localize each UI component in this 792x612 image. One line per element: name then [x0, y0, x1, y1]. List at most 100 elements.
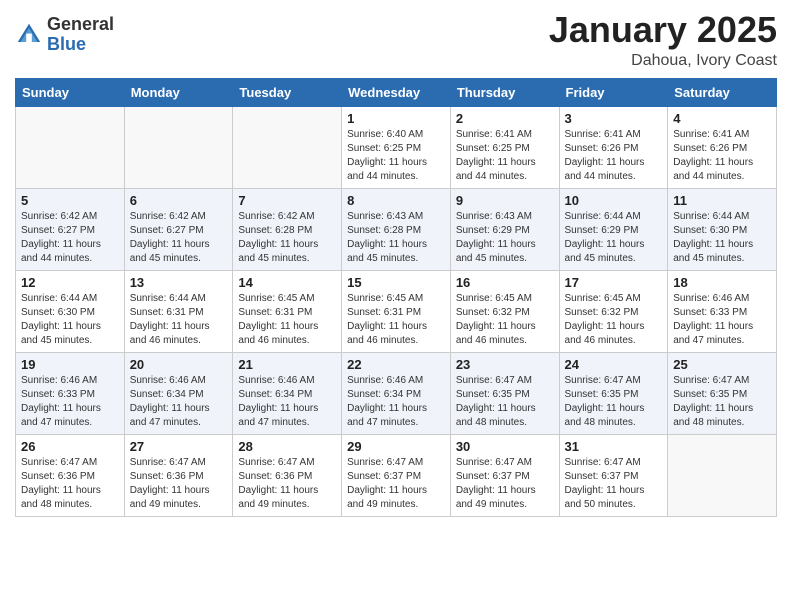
table-row: 2Sunrise: 6:41 AMSunset: 6:25 PMDaylight… [450, 106, 559, 188]
table-row: 3 Sunrise: 6:41 AMSunset: 6:26 PMDaylight… [559, 106, 668, 188]
cell-date: 11 [673, 193, 771, 208]
cell-date: 24 [565, 357, 663, 372]
table-row: 8Sunrise: 6:43 AMSunset: 6:28 PMDaylight… [342, 188, 451, 270]
cell-info: Sunrise: 6:44 AMSunset: 6:30 PMDaylight:… [21, 292, 119, 348]
title-month: January 2025 [549, 10, 777, 50]
title-location: Dahoua, Ivory Coast [549, 52, 777, 70]
calendar-week-1: 1Sunrise: 6:40 AMSunset: 6:25 PMDaylight… [16, 106, 777, 188]
cell-date: 15 [347, 275, 445, 290]
table-row: 26 Sunrise: 6:47 AMSunset: 6:36 PMDayligh… [16, 434, 125, 516]
col-sunday: Sunday [16, 78, 125, 106]
cell-info: Sunrise: 6:41 AMSunset: 6:26 PMDaylight:… [673, 128, 771, 184]
cell-date: 23 [456, 357, 554, 372]
cell-date: 27 [130, 439, 228, 454]
cell-date: 3 [565, 111, 663, 126]
col-friday: Friday [559, 78, 668, 106]
cell-date: 26 [21, 439, 119, 454]
table-row: 28Sunrise: 6:47 AMSunset: 6:36 PMDayligh… [233, 434, 342, 516]
cell-info: Sunrise: 6:46 AMSunset: 6:34 PMDaylight:… [130, 374, 228, 430]
cell-info: Sunrise: 6:45 AMSunset: 6:32 PMDaylight:… [565, 292, 663, 348]
table-row: 16 Sunrise: 6:45 AMSunset: 6:32 PMDayligh… [450, 270, 559, 352]
table-row: 21 Sunrise: 6:46 AMSunset: 6:34 PMDayligh… [233, 352, 342, 434]
logo-blue-text: Blue [47, 35, 114, 55]
col-monday: Monday [124, 78, 233, 106]
cell-info: Sunrise: 6:46 AMSunset: 6:33 PMDaylight:… [673, 292, 771, 348]
cell-info: Sunrise: 6:47 AMSunset: 6:37 PMDaylight:… [565, 456, 663, 512]
calendar-week-3: 12 Sunrise: 6:44 AMSunset: 6:30 PMDayligh… [16, 270, 777, 352]
table-row: 29 Sunrise: 6:47 AMSunset: 6:37 PMDayligh… [342, 434, 451, 516]
page: General Blue January 2025 Dahoua, Ivory … [0, 0, 792, 612]
header-row: Sunday Monday Tuesday Wednesday Thursday… [16, 78, 777, 106]
cell-info: Sunrise: 6:46 AMSunset: 6:33 PMDaylight:… [21, 374, 119, 430]
cell-info: Sunrise: 6:47 AMSunset: 6:35 PMDaylight:… [673, 374, 771, 430]
table-row: 27 Sunrise: 6:47 AMSunset: 6:36 PMDayligh… [124, 434, 233, 516]
cell-info: Sunrise: 6:42 AMSunset: 6:27 PMDaylight:… [130, 210, 228, 266]
table-row: 22 Sunrise: 6:46 AMSunset: 6:34 PMDayligh… [342, 352, 451, 434]
cell-info: Sunrise: 6:47 AMSunset: 6:37 PMDaylight:… [347, 456, 445, 512]
calendar-week-2: 5 Sunrise: 6:42 AMSunset: 6:27 PMDaylight… [16, 188, 777, 270]
table-row: 14 Sunrise: 6:45 AMSunset: 6:31 PMDayligh… [233, 270, 342, 352]
cell-info: Sunrise: 6:43 AMSunset: 6:29 PMDaylight:… [456, 210, 554, 266]
cell-date: 17 [565, 275, 663, 290]
table-row: 30Sunrise: 6:47 AMSunset: 6:37 PMDayligh… [450, 434, 559, 516]
header: General Blue January 2025 Dahoua, Ivory … [15, 10, 777, 70]
cell-date: 4 [673, 111, 771, 126]
cell-date: 13 [130, 275, 228, 290]
cell-info: Sunrise: 6:46 AMSunset: 6:34 PMDaylight:… [238, 374, 336, 430]
cell-date: 19 [21, 357, 119, 372]
cell-date: 14 [238, 275, 336, 290]
table-row: 25Sunrise: 6:47 AMSunset: 6:35 PMDayligh… [668, 352, 777, 434]
cell-date: 29 [347, 439, 445, 454]
logo-text: General Blue [47, 15, 114, 55]
cell-info: Sunrise: 6:44 AMSunset: 6:30 PMDaylight:… [673, 210, 771, 266]
table-row: 18 Sunrise: 6:46 AMSunset: 6:33 PMDayligh… [668, 270, 777, 352]
calendar-week-5: 26 Sunrise: 6:47 AMSunset: 6:36 PMDayligh… [16, 434, 777, 516]
cell-date: 6 [130, 193, 228, 208]
cell-date: 31 [565, 439, 663, 454]
table-row: 11 Sunrise: 6:44 AMSunset: 6:30 PMDayligh… [668, 188, 777, 270]
table-row: 12 Sunrise: 6:44 AMSunset: 6:30 PMDayligh… [16, 270, 125, 352]
cell-info: Sunrise: 6:47 AMSunset: 6:36 PMDaylight:… [21, 456, 119, 512]
cell-date: 18 [673, 275, 771, 290]
cell-info: Sunrise: 6:45 AMSunset: 6:31 PMDaylight:… [238, 292, 336, 348]
table-row: 1Sunrise: 6:40 AMSunset: 6:25 PMDaylight… [342, 106, 451, 188]
col-wednesday: Wednesday [342, 78, 451, 106]
logo-general-text: General [47, 15, 114, 35]
col-tuesday: Tuesday [233, 78, 342, 106]
table-row: 5Sunrise: 6:42 AMSunset: 6:27 PMDaylight… [16, 188, 125, 270]
cell-info: Sunrise: 6:47 AMSunset: 6:37 PMDaylight:… [456, 456, 554, 512]
cell-date: 21 [238, 357, 336, 372]
cell-info: Sunrise: 6:45 AMSunset: 6:32 PMDaylight:… [456, 292, 554, 348]
cell-date: 10 [565, 193, 663, 208]
cell-info: Sunrise: 6:47 AMSunset: 6:36 PMDaylight:… [130, 456, 228, 512]
cell-date: 28 [238, 439, 336, 454]
table-row: 20Sunrise: 6:46 AMSunset: 6:34 PMDayligh… [124, 352, 233, 434]
cell-info: Sunrise: 6:41 AMSunset: 6:25 PMDaylight:… [456, 128, 554, 184]
table-row: 15 Sunrise: 6:45 AMSunset: 6:31 PMDayligh… [342, 270, 451, 352]
logo: General Blue [15, 15, 114, 55]
cell-date: 8 [347, 193, 445, 208]
calendar-table: Sunday Monday Tuesday Wednesday Thursday… [15, 78, 777, 517]
title-block: January 2025 Dahoua, Ivory Coast [549, 10, 777, 70]
table-row: 9Sunrise: 6:43 AMSunset: 6:29 PMDaylight… [450, 188, 559, 270]
logo-icon [15, 21, 43, 49]
cell-info: Sunrise: 6:41 AMSunset: 6:26 PMDaylight:… [565, 128, 663, 184]
table-row [16, 106, 125, 188]
cell-date: 16 [456, 275, 554, 290]
cell-info: Sunrise: 6:47 AMSunset: 6:35 PMDaylight:… [456, 374, 554, 430]
col-saturday: Saturday [668, 78, 777, 106]
table-row [124, 106, 233, 188]
cell-info: Sunrise: 6:46 AMSunset: 6:34 PMDaylight:… [347, 374, 445, 430]
table-row: 24Sunrise: 6:47 AMSunset: 6:35 PMDayligh… [559, 352, 668, 434]
cell-date: 12 [21, 275, 119, 290]
table-row: 17 Sunrise: 6:45 AMSunset: 6:32 PMDayligh… [559, 270, 668, 352]
cell-info: Sunrise: 6:44 AMSunset: 6:29 PMDaylight:… [565, 210, 663, 266]
cell-date: 1 [347, 111, 445, 126]
cell-date: 22 [347, 357, 445, 372]
cell-info: Sunrise: 6:44 AMSunset: 6:31 PMDaylight:… [130, 292, 228, 348]
table-row: 7Sunrise: 6:42 AMSunset: 6:28 PMDaylight… [233, 188, 342, 270]
cell-info: Sunrise: 6:45 AMSunset: 6:31 PMDaylight:… [347, 292, 445, 348]
cell-date: 5 [21, 193, 119, 208]
cell-date: 7 [238, 193, 336, 208]
table-row: 23 Sunrise: 6:47 AMSunset: 6:35 PMDayligh… [450, 352, 559, 434]
